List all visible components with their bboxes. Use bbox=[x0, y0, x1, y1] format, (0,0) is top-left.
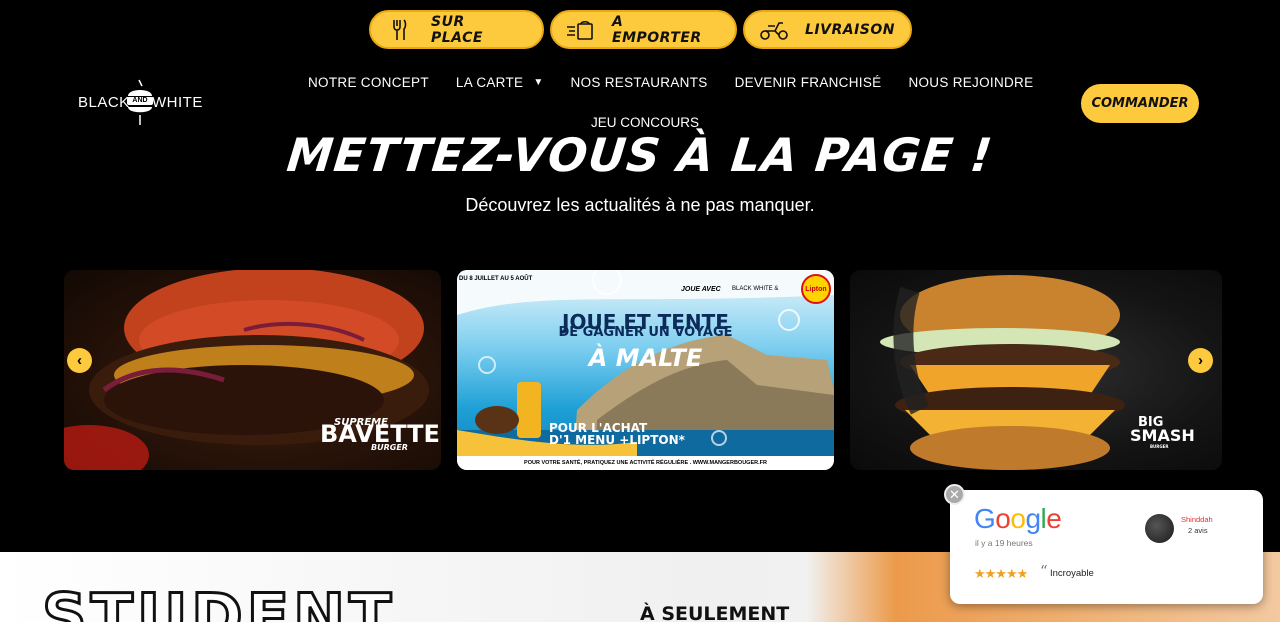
contest-subheadline: DE GAGNER UN VOYAGE bbox=[558, 325, 733, 340]
livraison-button[interactable]: LIVRAISON bbox=[743, 10, 912, 49]
a-emporter-button[interactable]: A EMPORTER bbox=[550, 10, 737, 49]
nav-item-label: LA CARTE bbox=[455, 75, 524, 90]
carousel-prev-button[interactable]: ‹ bbox=[67, 348, 92, 373]
livraison-label: LIVRAISON bbox=[805, 21, 895, 38]
google-logo: Google bbox=[974, 503, 1062, 534]
close-icon: ✕ bbox=[949, 486, 960, 502]
carousel-card-jeu-concours[interactable]: DU 8 JUILLET AU 5 AOÛT JOUE AVEC BLACK W… bbox=[457, 270, 834, 470]
takeaway-bag-icon bbox=[566, 18, 596, 42]
hero-title: METTEZ-VOUS À LA PAGE ! bbox=[284, 128, 996, 182]
order-mode-bar: SUR PLACE A EMPORTER LIVRAISON bbox=[369, 10, 912, 49]
nav-nos-restaurants[interactable]: NOS RESTAURANTS bbox=[571, 75, 708, 90]
bavette-label-bottom: BURGER bbox=[371, 443, 408, 452]
commander-button[interactable]: COMMANDER bbox=[1081, 84, 1199, 123]
main-nav: NOTRE CONCEPT LA CARTE ▼ NOS RESTAURANTS … bbox=[308, 75, 1060, 90]
google-review-widget[interactable]: Google il y a 19 heures Shinddah 2 avis … bbox=[950, 490, 1263, 604]
avatar bbox=[1145, 514, 1174, 543]
contest-footer: POUR VOTRE SANTÉ, PRATIQUEZ UNE ACTIVITÉ… bbox=[457, 456, 834, 470]
nav-item-label: NOS RESTAURANTS bbox=[570, 75, 708, 90]
contest-offer: POUR L'ACHAT D'1 MENU +LIPTON* bbox=[549, 422, 685, 446]
nav-item-label: NOTRE CONCEPT bbox=[308, 75, 429, 90]
review-time: il y a 19 heures bbox=[975, 538, 1033, 548]
nav-la-carte[interactable]: LA CARTE ▼ bbox=[456, 75, 544, 90]
chevron-left-icon: ‹ bbox=[77, 352, 82, 369]
carousel-card-bavette[interactable]: SUPREME BAVETTE BURGER bbox=[64, 270, 441, 470]
chevron-down-icon: ▼ bbox=[533, 77, 544, 88]
nav-item-label: NOUS REJOINDRE bbox=[908, 75, 1034, 90]
star-rating-icon: ★★★★★ bbox=[974, 566, 1028, 581]
logo-black-text: BLACK bbox=[78, 94, 130, 111]
carousel-next-button[interactable]: › bbox=[1188, 348, 1213, 373]
big-smash-label-main: SMASH bbox=[1130, 426, 1195, 445]
review-author-count: 2 avis bbox=[1188, 526, 1208, 535]
logo-white-text: WHITE bbox=[152, 94, 203, 111]
review-close-button[interactable]: ✕ bbox=[944, 484, 965, 505]
review-author: Shinddah bbox=[1181, 515, 1213, 524]
review-text: Incroyable bbox=[1050, 568, 1094, 579]
lipton-logo: Lipton bbox=[801, 274, 831, 304]
contest-joue-avec: JOUE AVEC bbox=[681, 286, 721, 293]
brand-logo[interactable]: BLACK AND WHITE bbox=[78, 78, 202, 126]
quote-icon: “ bbox=[1040, 562, 1048, 580]
sur-place-label: SUR PLACE bbox=[431, 13, 483, 46]
a-emporter-label: A EMPORTER bbox=[612, 13, 702, 46]
scooter-icon bbox=[759, 18, 789, 42]
big-smash-label-bottom: BURGER bbox=[1150, 444, 1169, 449]
fork-knife-icon bbox=[385, 18, 415, 42]
chevron-right-icon: › bbox=[1198, 352, 1203, 369]
nav-item-label: DEVENIR FRANCHISÉ bbox=[734, 75, 882, 90]
contest-brand: BLACK WHITE & bbox=[732, 286, 779, 292]
contest-destination: À MALTE bbox=[588, 344, 703, 372]
nav-notre-concept[interactable]: NOTRE CONCEPT bbox=[308, 75, 429, 90]
contest-offer-line2: D'1 MENU +LIPTON* bbox=[549, 433, 685, 447]
logo-and-text: AND bbox=[132, 97, 148, 104]
promo-headline: STUDENT bbox=[40, 579, 396, 622]
sur-place-button[interactable]: SUR PLACE bbox=[369, 10, 544, 49]
promo-subline: À SEULEMENT bbox=[640, 603, 790, 622]
nav-nous-rejoindre[interactable]: NOUS REJOINDRE bbox=[908, 75, 1033, 90]
contest-date: DU 8 JUILLET AU 5 AOÛT bbox=[459, 276, 533, 282]
hero-subtitle: Découvrez les actualités à ne pas manque… bbox=[465, 195, 815, 215]
nav-devenir-franchise[interactable]: DEVENIR FRANCHISÉ bbox=[735, 75, 882, 90]
carousel-card-big-smash[interactable]: BIG SMASH BURGER bbox=[850, 270, 1222, 470]
